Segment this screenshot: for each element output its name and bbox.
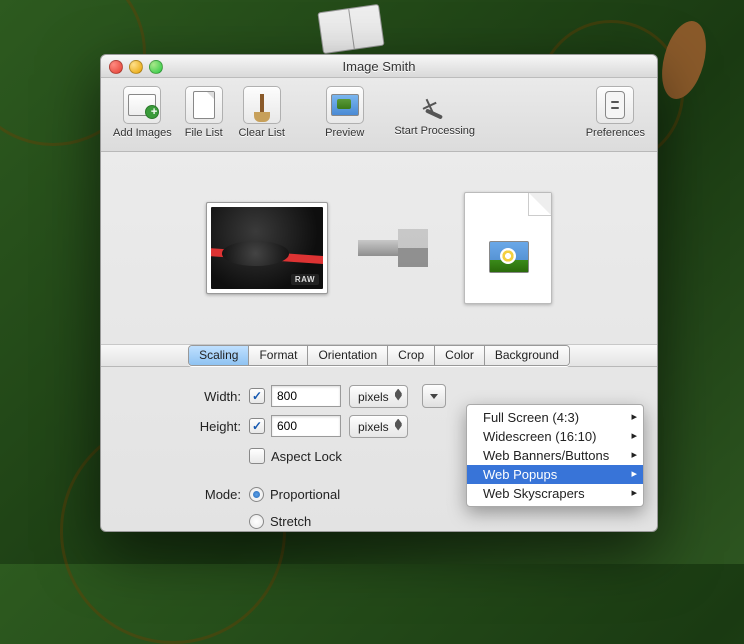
add-images-button[interactable]: Add Images [111, 84, 174, 139]
height-unit-select[interactable]: pixels [349, 415, 408, 438]
tab-format[interactable]: Format [249, 346, 308, 365]
tab-crop[interactable]: Crop [388, 346, 435, 365]
mode-proportional-label: Proportional [270, 487, 340, 502]
arrow-icon [358, 229, 434, 267]
width-enable-checkbox[interactable] [249, 388, 265, 404]
start-processing-label: Start Processing [394, 125, 475, 137]
height-unit-value: pixels [358, 420, 389, 434]
aspect-lock-checkbox[interactable] [249, 448, 265, 464]
tab-background[interactable]: Background [485, 346, 569, 365]
width-label: Width: [131, 389, 249, 404]
file-list-label: File List [185, 127, 223, 139]
photos-plus-icon [128, 94, 156, 116]
preview-button[interactable]: Preview [314, 84, 376, 139]
height-label: Height: [131, 419, 249, 434]
clear-list-label: Clear List [238, 127, 284, 139]
mode-label: Mode: [131, 487, 249, 502]
preferences-button[interactable]: Preferences [584, 84, 647, 139]
conversion-preview: RAW [101, 152, 657, 344]
height-enable-checkbox[interactable] [249, 418, 265, 434]
titlebar[interactable]: Image Smith [101, 55, 657, 78]
mode-stretch-radio[interactable] [249, 514, 264, 529]
tab-orientation[interactable]: Orientation [308, 346, 388, 365]
tab-scaling[interactable]: Scaling [189, 346, 249, 365]
mode-stretch-label: Stretch [270, 514, 311, 529]
start-processing-button[interactable]: Start Processing [388, 84, 482, 137]
window-title: Image Smith [343, 59, 416, 74]
source-thumbnail: RAW [206, 202, 328, 294]
preset-menu-item[interactable]: Web Popups [467, 465, 643, 484]
tab-bar: ScalingFormatOrientationCropColorBackgro… [101, 344, 657, 367]
tab-color[interactable]: Color [435, 346, 485, 365]
add-images-label: Add Images [113, 127, 172, 139]
output-document [464, 192, 552, 304]
preset-menu-item[interactable]: Full Screen (4:3) [467, 408, 643, 427]
preview-icon [331, 94, 359, 116]
output-image-icon [489, 241, 529, 273]
broom-icon [260, 94, 264, 116]
mode-proportional-radio[interactable] [249, 487, 264, 502]
preset-menu-item[interactable]: Widescreen (16:10) [467, 427, 643, 446]
width-unit-value: pixels [358, 390, 389, 404]
preset-menu-item[interactable]: Web Banners/Buttons [467, 446, 643, 465]
raw-badge: RAW [291, 274, 319, 285]
toolbar: Add Images File List Clear List Preview … [101, 78, 657, 152]
preferences-icon [605, 91, 625, 119]
file-list-button[interactable]: File List [178, 84, 230, 139]
preferences-label: Preferences [586, 127, 645, 139]
wallpaper-book [317, 4, 384, 54]
minimize-window-button[interactable] [129, 60, 143, 74]
aspect-lock-label: Aspect Lock [271, 449, 342, 464]
height-input[interactable] [271, 415, 341, 437]
width-input[interactable] [271, 385, 341, 407]
preset-menu-item[interactable]: Web Skyscrapers [467, 484, 643, 503]
zoom-window-button[interactable] [149, 60, 163, 74]
preset-menu[interactable]: Full Screen (4:3)Widescreen (16:10)Web B… [466, 404, 644, 507]
tools-icon [421, 92, 449, 116]
preset-menu-button[interactable] [422, 384, 446, 408]
preview-label: Preview [325, 127, 364, 139]
close-window-button[interactable] [109, 60, 123, 74]
clear-list-button[interactable]: Clear List [234, 84, 290, 139]
file-icon [193, 91, 215, 119]
width-unit-select[interactable]: pixels [349, 385, 408, 408]
